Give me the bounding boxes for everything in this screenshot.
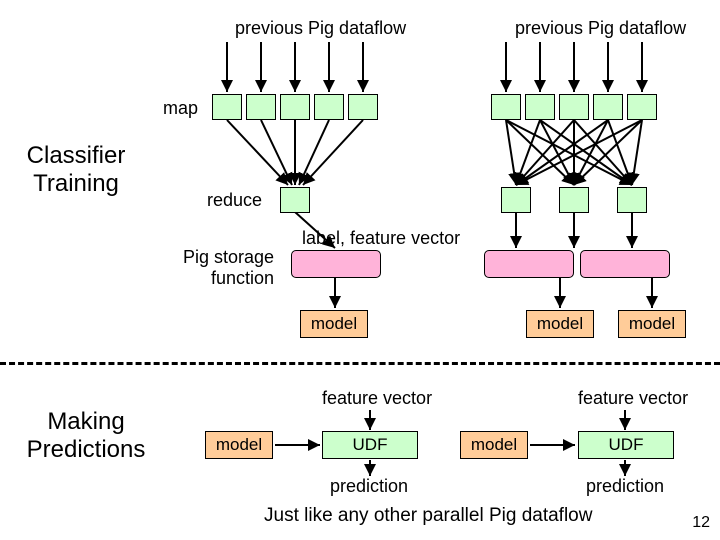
- udf-box: UDF: [322, 431, 418, 459]
- feature-vector-label: feature vector: [578, 388, 688, 409]
- map-box: [491, 94, 521, 120]
- model-box: model: [460, 431, 528, 459]
- map-box: [627, 94, 657, 120]
- map-box: [246, 94, 276, 120]
- map-label: map: [163, 98, 198, 119]
- map-box: [314, 94, 344, 120]
- model-box: model: [205, 431, 273, 459]
- title-text: Classifier Training: [27, 142, 126, 197]
- section-divider: [0, 362, 720, 365]
- model-box: model: [300, 310, 368, 338]
- label-feature-vector-text: label, feature vector: [302, 228, 460, 249]
- map-box: [525, 94, 555, 120]
- classifier-training-title: Classifier Training: [2, 142, 150, 198]
- model-box: model: [618, 310, 686, 338]
- map-box: [348, 94, 378, 120]
- making-predictions-title: Making Predictions: [2, 408, 170, 464]
- storage-box: [580, 250, 670, 278]
- title-text: Making Predictions: [27, 408, 146, 463]
- footer-text: Just like any other parallel Pig dataflo…: [264, 505, 592, 527]
- prediction-label: prediction: [330, 476, 408, 497]
- udf-box: UDF: [578, 431, 674, 459]
- reduce-box: [559, 187, 589, 213]
- pig-storage-function-label: Pig storage function: [183, 247, 274, 289]
- storage-box: [484, 250, 574, 278]
- map-box: [280, 94, 310, 120]
- reduce-box: [501, 187, 531, 213]
- map-box: [593, 94, 623, 120]
- reduce-label: reduce: [207, 190, 262, 211]
- map-box: [212, 94, 242, 120]
- reduce-box: [280, 187, 310, 213]
- map-box: [559, 94, 589, 120]
- model-box: model: [526, 310, 594, 338]
- reduce-box: [617, 187, 647, 213]
- prediction-label: prediction: [586, 476, 664, 497]
- storage-box: [291, 250, 381, 278]
- slide-number: 12: [692, 514, 710, 532]
- feature-vector-label: feature vector: [322, 388, 432, 409]
